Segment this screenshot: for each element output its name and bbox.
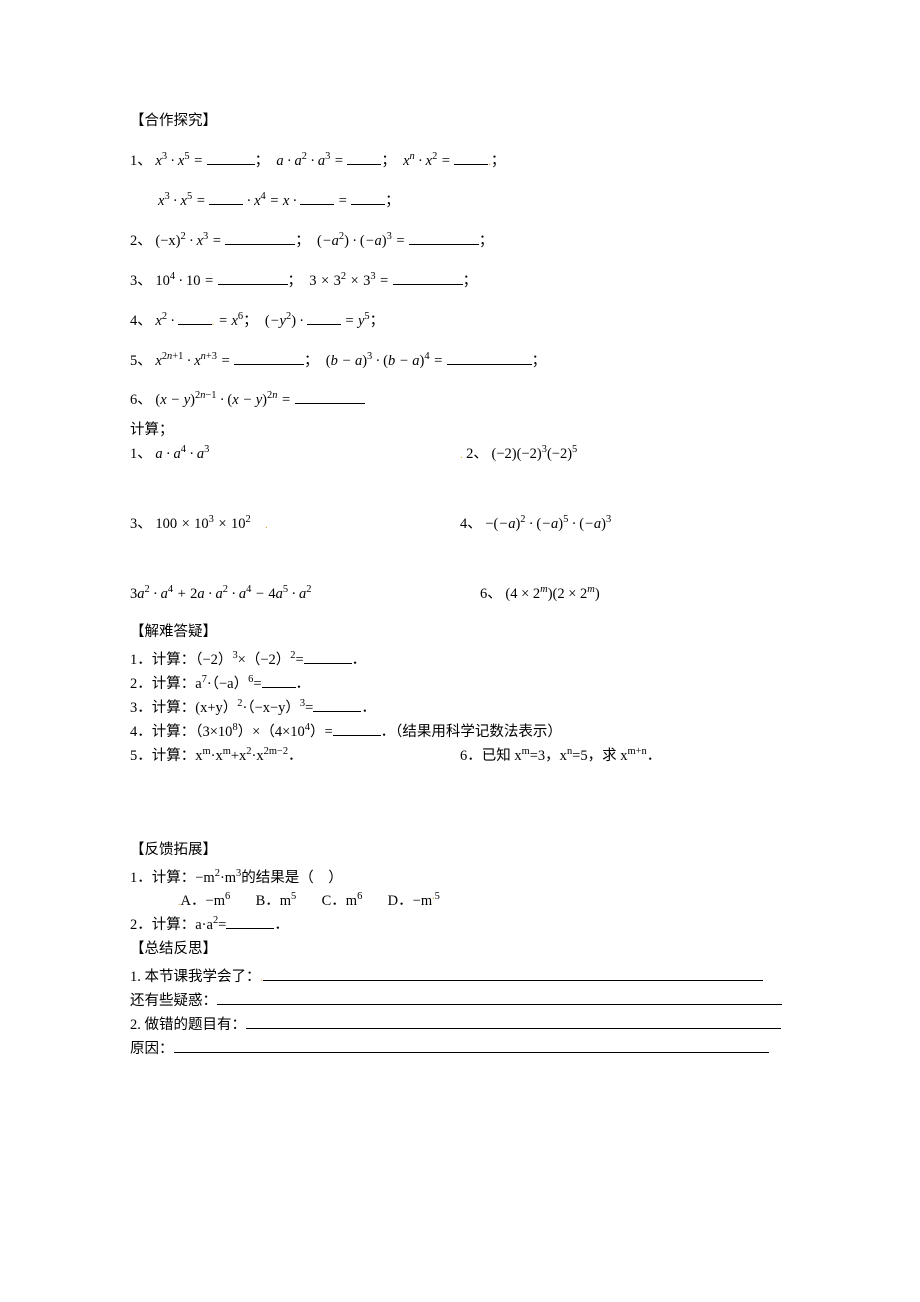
calc-row-2: 3、 100 × 103 × 102 . 4、 −(−a)2 · (−a)5 ·…: [130, 513, 790, 543]
option-C[interactable]: C．m6: [322, 893, 363, 909]
option-D[interactable]: D．−m.5: [388, 893, 440, 909]
num: 4、: [130, 313, 152, 329]
fb-2: 2．计算：a·a2=．: [130, 914, 790, 938]
option-A[interactable]: .A．−m6: [178, 893, 230, 909]
problem-1-line2: x3 · x5 = · x4 = x · = ；: [130, 190, 790, 214]
problem-3: 3、 104 · 10 = ； 3 × 32 × 33 = ；: [130, 270, 790, 294]
calc-5: 3a2 · a4 + 2a · a2 · a4 − 4a5 · a2: [130, 583, 480, 607]
blank[interactable]: [178, 310, 212, 325]
blank[interactable]: [300, 190, 334, 205]
qa-6: 6．已知 xm=3，xn=5，求 xm+n．: [460, 745, 790, 769]
qa-1: 1．计算：（−2）3×（−2）2=．: [130, 649, 790, 673]
option-B[interactable]: B．m5: [256, 893, 297, 909]
blank[interactable]: [393, 270, 463, 285]
blank[interactable]: [262, 673, 296, 688]
blank[interactable]: [351, 190, 385, 205]
calc-4: 4、 −(−a)2 · (−a)5 · (−a)3: [460, 513, 790, 537]
worksheet-page: 【合作探究】 1、 x3 · x5 = ； a · a2 · a3 = ； xn…: [0, 0, 920, 1302]
fb-1: 1．计算：−m2·m3的结果是（ ）: [130, 867, 790, 891]
blank[interactable]: [234, 350, 304, 365]
calc-6: 6、 (4 × 2m)(2 × 2m): [480, 583, 790, 607]
summary-1: 1. 本节课我学会了：.: [130, 966, 790, 990]
blank[interactable]: [409, 230, 479, 245]
section-summary-heading: 【总结反思】: [130, 938, 790, 962]
num: 5、: [130, 353, 152, 369]
blank-line[interactable]: [246, 1014, 781, 1029]
blank[interactable]: [218, 270, 288, 285]
blank-line[interactable]: [263, 966, 763, 981]
problem-5: 5、 x2n+1 · xn+3 = ； (b − a)3 · (b − a)4 …: [130, 350, 790, 374]
section-qa-heading: 【解难答疑】: [130, 621, 790, 645]
blank[interactable]: [225, 230, 295, 245]
calc-heading: 计算；: [130, 419, 790, 443]
calc-1: 1、 a · a4 · a3: [130, 443, 460, 467]
num: 2、: [130, 233, 152, 249]
qa-3: 3．计算：(x+y）2·（−x−y）3=．: [130, 697, 790, 721]
blank[interactable]: [207, 150, 255, 165]
summary-3: 2. 做错的题目有：: [130, 1014, 790, 1038]
problem-6: 6、 (x − y)2n−1 · (x − y)2n =: [130, 389, 790, 413]
section-feedback-heading: 【反馈拓展】: [130, 839, 790, 863]
summary-2: 还有些疑惑：: [130, 990, 790, 1014]
num: 6、: [130, 392, 152, 408]
problem-2: 2、 (−x)2 · x3 = ； (−a2) · (−a)3 = ；: [130, 230, 790, 254]
blank[interactable]: [226, 915, 274, 930]
blank[interactable]: [295, 390, 365, 405]
blank[interactable]: [347, 150, 381, 165]
fb-1-options: .A．−m6 B．m5 C．m6 D．−m.5: [130, 890, 790, 914]
summary-4: 原因：: [130, 1038, 790, 1062]
qa-2: 2．计算：a7·（−a）6=．: [130, 673, 790, 697]
blank[interactable]: [447, 350, 532, 365]
num: 1、: [130, 153, 152, 169]
qa-4: 4．计算：（3×108）×（4×104）=．（结果用科学记数法表示）: [130, 721, 790, 745]
blank-line[interactable]: [174, 1038, 769, 1053]
qa-5: 5．计算：xm·xm+x2·x2m−2．: [130, 745, 460, 769]
blank[interactable]: [304, 649, 352, 664]
blank[interactable]: [333, 721, 381, 736]
blank[interactable]: [454, 150, 488, 165]
blank-line[interactable]: [217, 990, 782, 1005]
num: 3、: [130, 273, 152, 289]
section-collab-heading: 【合作探究】: [130, 110, 790, 134]
calc-row-1: 1、 a · a4 · a3 . 2、 (−2)(−2)3(−2)5: [130, 443, 790, 473]
blank[interactable]: [209, 190, 243, 205]
problem-4: 4、 x2 · . = x6； (−y2) · = y5；: [130, 310, 790, 334]
calc-row-3: 3a2 · a4 + 2a · a2 · a4 − 4a5 · a2 6、 (4…: [130, 583, 790, 613]
blank[interactable]: [313, 697, 361, 712]
calc-2: . 2、 (−2)(−2)3(−2)5: [460, 443, 790, 467]
qa-row-56: 5．计算：xm·xm+x2·x2m−2． 6．已知 xm=3，xn=5，求 xm…: [130, 745, 790, 769]
problem-1-line1: 1、 x3 · x5 = ； a · a2 · a3 = ； xn · x2 =…: [130, 150, 790, 174]
blank[interactable]: [307, 310, 341, 325]
calc-3: 3、 100 × 103 × 102 .: [130, 513, 460, 537]
